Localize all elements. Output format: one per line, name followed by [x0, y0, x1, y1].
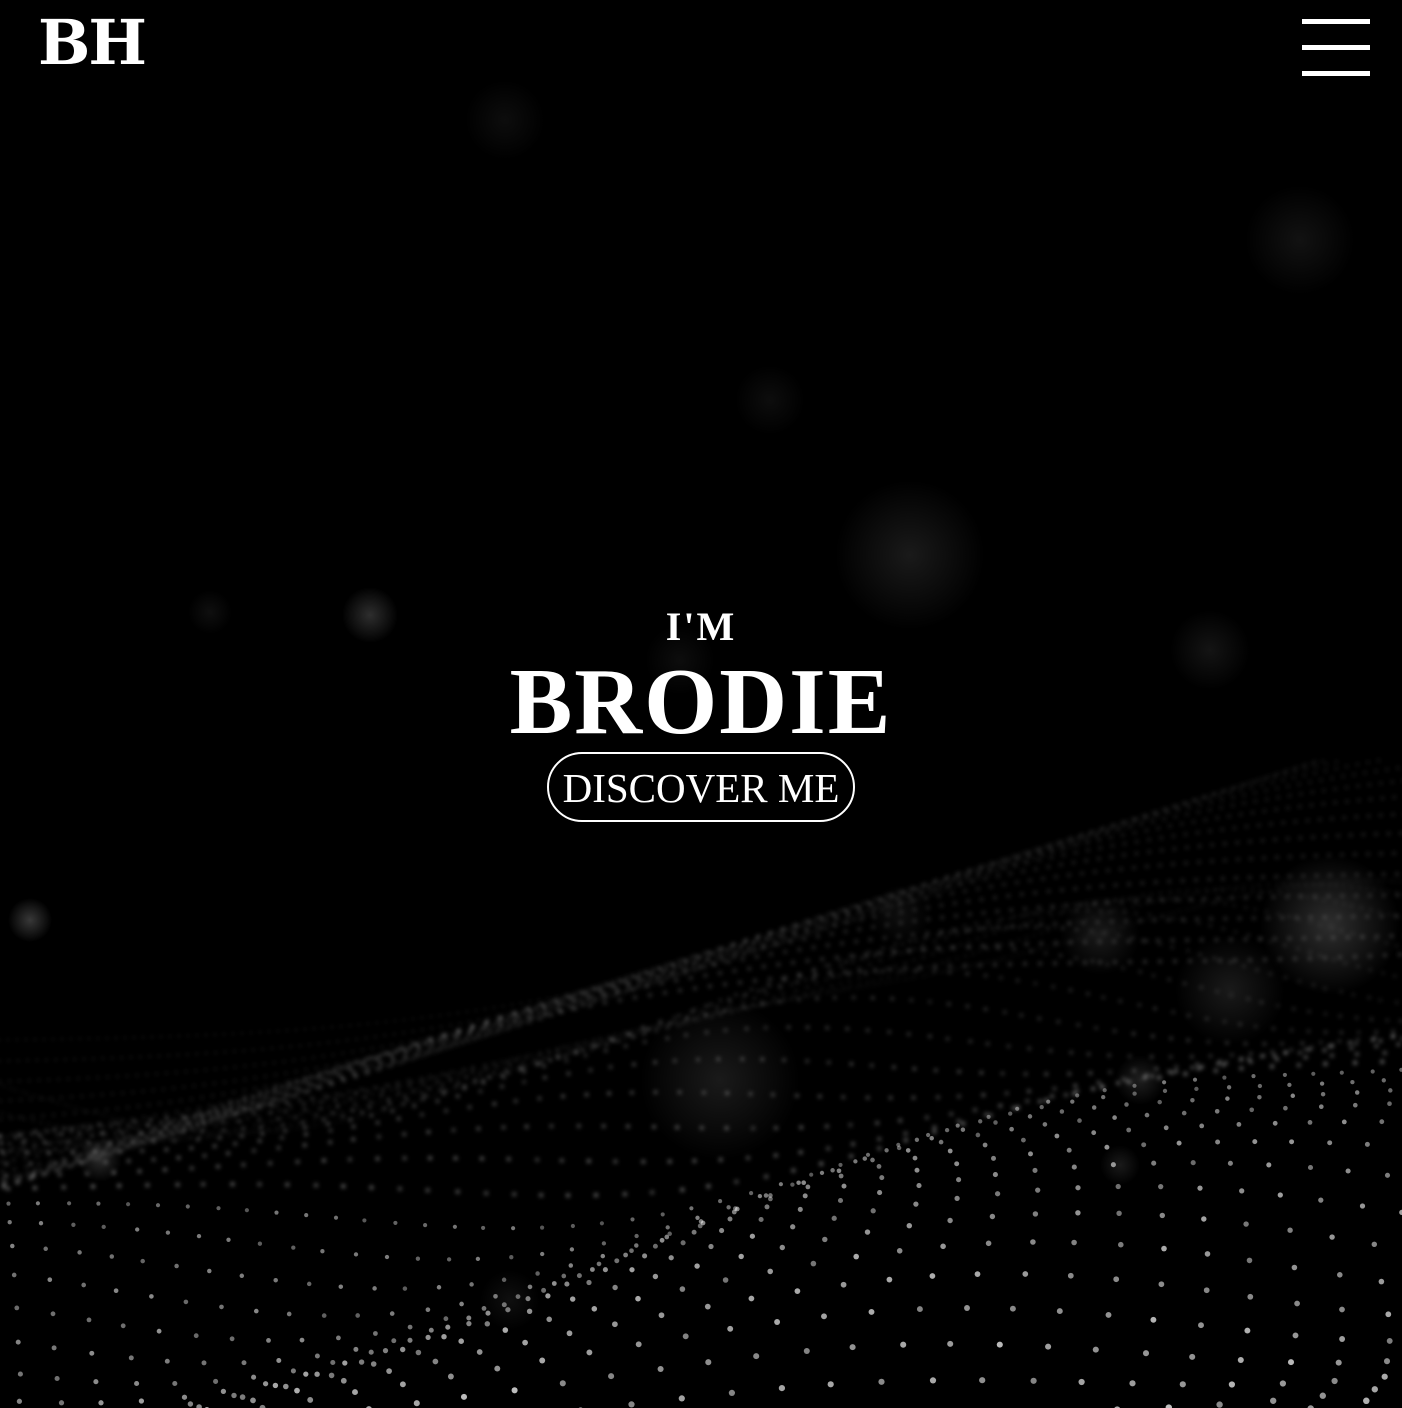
menu-icon-bar-bottom — [1302, 71, 1370, 76]
hero-eyebrow: I'M — [665, 604, 737, 649]
site-logo[interactable]: BH — [38, 2, 147, 84]
landing-page: BH I'M BRODIE DISCOVER ME — [0, 0, 1402, 1408]
hero-section: I'M BRODIE DISCOVER ME — [0, 600, 1402, 822]
menu-icon-bar-top — [1302, 19, 1370, 24]
menu-icon-bar-middle — [1302, 45, 1370, 50]
hamburger-menu-button[interactable] — [1298, 14, 1374, 82]
hero-name: BRODIE — [509, 650, 893, 754]
discover-me-button[interactable]: DISCOVER ME — [546, 752, 856, 822]
